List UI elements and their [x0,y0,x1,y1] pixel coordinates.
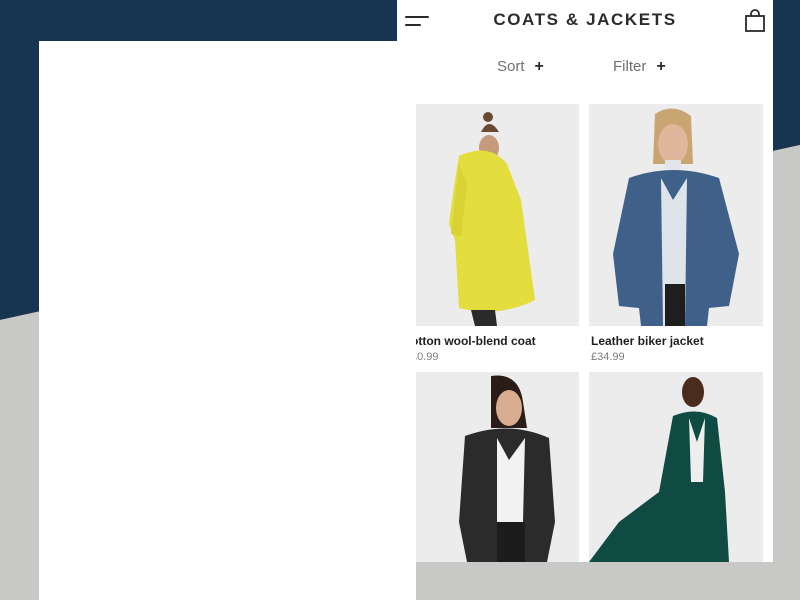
product-image-leather-jacket [589,104,763,326]
plus-icon: + [534,58,544,75]
sort-label: Sort [497,58,525,75]
product-name: otton wool-blend coat [411,334,536,348]
product-name: Leather biker jacket [591,334,704,348]
product-card[interactable] [589,372,763,562]
sort-filter-bar: Sort + Filter + [397,56,773,80]
sort-button[interactable]: Sort + [497,58,544,76]
filter-label: Filter [613,58,647,75]
phone-screen: COATS & JACKETS Sort + Filter + otton wool… [397,0,773,562]
top-bar: COATS & JACKETS [397,0,773,44]
product-card[interactable]: otton wool-blend coat £0.99 [399,104,579,366]
product-card[interactable] [399,372,579,562]
product-image-black-jacket [399,372,579,562]
product-card[interactable]: Leather biker jacket £34.99 [589,104,763,366]
plus-icon: + [656,58,666,75]
product-price: £34.99 [591,351,625,363]
page-title: COATS & JACKETS [493,10,677,29]
transition-overlay-panel [39,41,416,600]
filter-button[interactable]: Filter + [613,58,666,76]
product-image-yellow-coat [399,104,579,326]
product-image-green-coat [589,372,763,562]
shopping-bag-icon[interactable] [744,9,766,33]
